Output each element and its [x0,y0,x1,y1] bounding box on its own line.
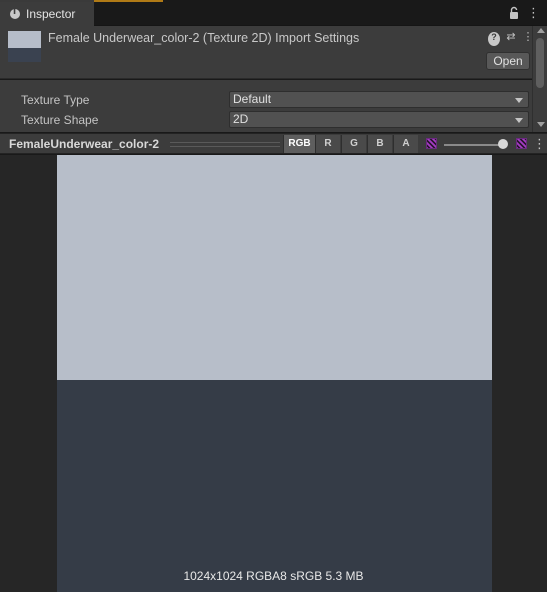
channel-r-button[interactable]: R [315,135,340,153]
open-button[interactable]: Open [486,52,530,70]
texture-preview: 1024x1024 RGBA8 sRGB 5.3 MB [0,155,547,592]
texture-info-label: 1024x1024 RGBA8 sRGB 5.3 MB [183,569,364,583]
mip-level-small-icon [426,138,437,149]
channel-g-button[interactable]: G [341,135,366,153]
kebab-menu-icon[interactable]: ⋮ [533,135,546,153]
inspector-header: Female Underwear_color-2 (Texture 2D) Im… [0,26,534,79]
preview-toolbar: FemaleUnderwear_color-2 RGB R G B A ⋮ [0,133,547,154]
texture-shape-row: Texture Shape 2D [0,111,532,129]
channel-b-button[interactable]: B [367,135,392,153]
texture-shape-dropdown[interactable]: 2D [229,111,529,128]
texture-region-light [57,155,492,380]
tab-label: Inspector [26,7,76,21]
import-settings: Texture Type Default Texture Shape 2D [0,80,532,132]
mip-level-large-icon [516,138,527,149]
channel-a-button[interactable]: A [393,135,418,153]
lock-icon[interactable] [508,6,520,20]
kebab-menu-icon[interactable]: ⋮ [527,5,540,21]
resize-grip[interactable] [170,142,280,147]
mip-slider[interactable] [444,144,504,146]
texture-type-row: Texture Type Default [0,91,532,109]
preset-sliders-icon[interactable]: ⇄ [505,30,517,44]
texture-shape-label: Texture Shape [21,113,99,127]
page-title: Female Underwear_color-2 (Texture 2D) Im… [48,31,360,45]
channel-rgb-button[interactable]: RGB [283,135,315,153]
header-icons: ? ⇄ ⋮ [488,30,534,46]
scroll-up-arrow-icon[interactable] [537,28,545,33]
tab-inspector[interactable]: Inspector [0,0,94,26]
mip-slider-knob[interactable] [498,139,508,149]
preview-name: FemaleUnderwear_color-2 [9,137,160,151]
texture-type-label: Texture Type [21,93,90,107]
texture-region-dark [57,380,492,592]
chevron-down-icon [515,118,523,123]
texture-thumbnail-lower [8,48,41,62]
tab-bar: Inspector ⋮ [0,0,547,26]
texture-shape-value: 2D [233,112,249,126]
info-icon [10,7,20,19]
chevron-down-icon [515,98,523,103]
help-icon[interactable]: ? [488,32,500,46]
texture-type-dropdown[interactable]: Default [229,91,529,108]
texture-thumbnail [8,31,41,48]
inspector-scrollbar[interactable] [532,26,547,132]
scroll-thumb[interactable] [536,38,544,88]
texture-type-value: Default [233,92,272,106]
scroll-down-arrow-icon[interactable] [537,122,545,127]
